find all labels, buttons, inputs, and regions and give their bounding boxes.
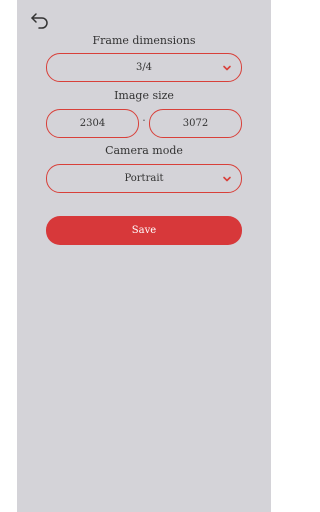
frame-dimensions-select[interactable]: 3/4 <box>46 53 242 82</box>
image-width-value: 2304 <box>79 118 106 129</box>
image-width-input[interactable]: 2304 <box>46 109 139 138</box>
back-button[interactable] <box>30 11 50 29</box>
image-height-value: 3072 <box>182 118 209 129</box>
chevron-down-icon <box>223 65 231 71</box>
back-arrow-icon <box>31 13 48 29</box>
camera-mode-value: Portrait <box>124 173 164 184</box>
camera-mode-select[interactable]: Portrait <box>46 164 242 193</box>
frame-dimensions-label: Frame dimensions <box>92 34 196 47</box>
chevron-down-icon <box>223 176 231 182</box>
camera-mode-label: Camera mode <box>105 144 183 157</box>
size-separator: · <box>142 114 146 127</box>
save-button[interactable]: Save <box>46 216 242 245</box>
frame-dimensions-value: 3/4 <box>135 62 153 73</box>
save-button-label: Save <box>131 225 157 236</box>
image-size-label: Image size <box>114 89 174 102</box>
image-height-input[interactable]: 3072 <box>149 109 242 138</box>
